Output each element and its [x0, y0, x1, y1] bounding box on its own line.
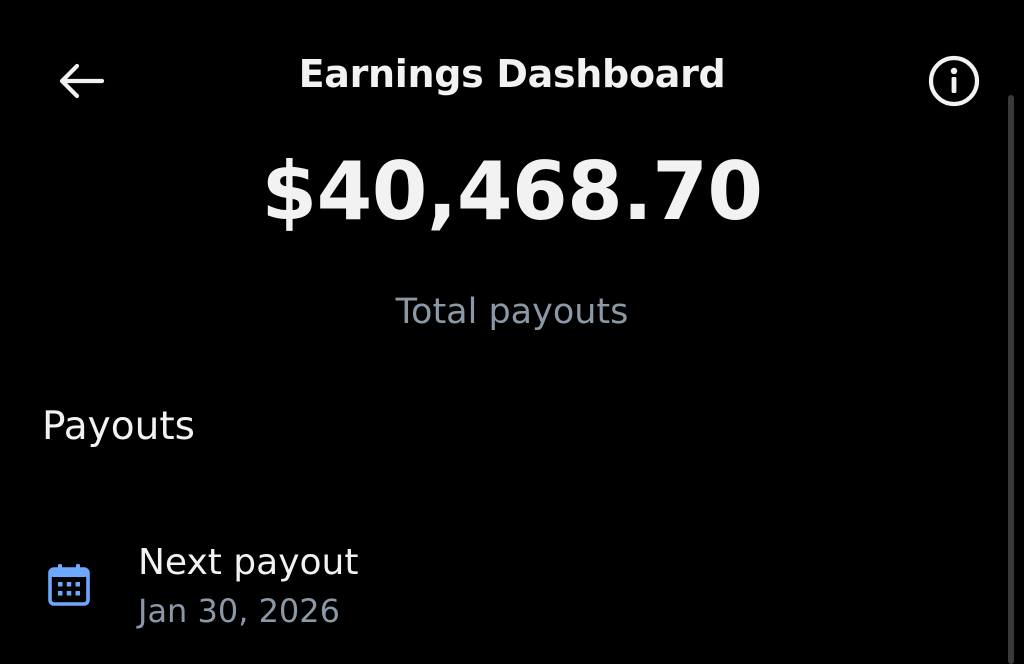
- next-payout-title: Next payout: [138, 542, 359, 583]
- info-circle-icon: [928, 55, 980, 107]
- payouts-heading: Payouts: [42, 404, 195, 449]
- next-payout-date: Jan 30, 2026: [138, 592, 340, 630]
- calendar-icon: [48, 564, 90, 606]
- total-payouts-amount: $40,468.70: [261, 145, 763, 238]
- page-title: Earnings Dashboard: [298, 52, 726, 96]
- info-button[interactable]: [924, 52, 984, 110]
- total-payouts-label: Total payouts: [395, 292, 629, 332]
- next-payout-row[interactable]: Next payout Jan 30, 2026: [0, 530, 1000, 640]
- earnings-dashboard-screen: Earnings Dashboard $40,468.70 Total payo…: [0, 0, 1024, 664]
